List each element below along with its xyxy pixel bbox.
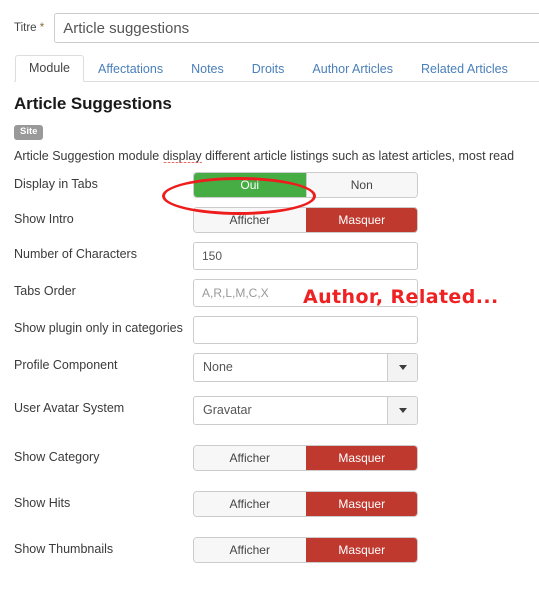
control-profile-component: None — [193, 352, 418, 382]
show-hits-toggle[interactable]: Afficher Masquer — [193, 490, 418, 517]
tab-module[interactable]: Module — [15, 54, 84, 82]
field-row-display-in-tabs: Display in Tabs Oui Non — [14, 171, 539, 198]
control-show-hits: Afficher Masquer — [193, 490, 418, 517]
show-thumbnails-toggle[interactable]: Afficher Masquer — [193, 536, 418, 563]
control-number-of-characters — [193, 241, 418, 270]
field-row-show-intro: Show Intro Afficher Masquer — [14, 206, 539, 233]
tab-author-articles[interactable]: Author Articles — [298, 56, 407, 83]
label-profile-component: Profile Component — [14, 357, 118, 372]
control-tabs-order — [193, 278, 418, 307]
tabs-order-input[interactable] — [193, 278, 418, 307]
field-row-show-category: Show Category Afficher Masquer — [14, 444, 539, 471]
chevron-down-icon[interactable] — [387, 353, 417, 381]
control-display-in-tabs: Oui Non — [193, 171, 418, 198]
show-intro-toggle[interactable]: Afficher Masquer — [193, 206, 418, 233]
control-show-intro: Afficher Masquer — [193, 206, 418, 233]
control-show-category: Afficher Masquer — [193, 444, 418, 471]
label-number-of-characters: Number of Characters — [14, 246, 137, 261]
field-row-profile-component: Profile Component None — [14, 352, 539, 382]
tab-notes[interactable]: Notes — [177, 56, 238, 83]
control-show-plugin-only-in-categories — [193, 315, 418, 344]
profile-component-value: None — [203, 360, 233, 374]
required-asterisk: * — [39, 22, 45, 34]
description-part-1: Article Suggestion module — [14, 148, 163, 163]
tab-related-articles[interactable]: Related Articles — [407, 56, 522, 83]
title-input[interactable] — [54, 13, 539, 43]
label-tabs-order: Tabs Order — [14, 283, 76, 298]
display-in-tabs-toggle[interactable]: Oui Non — [193, 171, 418, 198]
show-category-show-button[interactable]: Afficher — [194, 445, 306, 470]
title-field-row: Titre * — [0, 0, 539, 46]
module-settings-panel: Article Suggestions Site Article Suggest… — [0, 82, 539, 563]
label-show-thumbnails: Show Thumbnails — [14, 541, 114, 556]
show-plugin-only-in-categories-input[interactable] — [193, 315, 418, 344]
user-avatar-system-value: Gravatar — [203, 403, 252, 417]
label-display-in-tabs: Display in Tabs — [14, 176, 98, 191]
field-row-show-thumbnails: Show Thumbnails Afficher Masquer — [14, 536, 539, 563]
show-intro-show-button[interactable]: Afficher — [194, 207, 306, 232]
label-user-avatar-system: User Avatar System — [14, 400, 125, 415]
show-intro-hide-button[interactable]: Masquer — [305, 207, 417, 232]
tab-droits[interactable]: Droits — [238, 56, 299, 83]
chevron-down-icon[interactable] — [387, 396, 417, 424]
show-thumbnails-hide-button[interactable]: Masquer — [305, 537, 417, 562]
title-label-text: Titre — [14, 22, 37, 34]
control-show-thumbnails: Afficher Masquer — [193, 536, 418, 563]
field-row-show-hits: Show Hits Afficher Masquer — [14, 490, 539, 517]
show-hits-show-button[interactable]: Afficher — [194, 491, 306, 516]
field-row-number-of-characters: Number of Characters — [14, 241, 539, 270]
description-part-2: different article listings such as lates… — [201, 148, 515, 163]
user-avatar-system-select[interactable]: Gravatar — [193, 395, 418, 425]
tab-bar: Module Affectations Notes Droits Author … — [14, 52, 539, 82]
show-category-toggle[interactable]: Afficher Masquer — [193, 444, 418, 471]
show-thumbnails-show-button[interactable]: Afficher — [194, 537, 306, 562]
show-hits-hide-button[interactable]: Masquer — [305, 491, 417, 516]
label-show-category: Show Category — [14, 449, 100, 464]
title-field-label: Titre * — [14, 22, 44, 34]
page-title: Article Suggestions — [14, 94, 172, 113]
description-misspelled-word: display — [162, 148, 202, 163]
show-category-hide-button[interactable]: Masquer — [305, 445, 417, 470]
control-user-avatar-system: Gravatar — [193, 395, 418, 425]
display-in-tabs-no-button[interactable]: Non — [305, 172, 417, 197]
field-row-show-plugin-only-in-categories: Show plugin only in categories — [14, 315, 539, 344]
field-row-user-avatar-system: User Avatar System Gravatar — [14, 395, 539, 425]
number-of-characters-input[interactable] — [193, 241, 418, 270]
field-row-tabs-order: Tabs Order — [14, 278, 539, 307]
profile-component-select[interactable]: None — [193, 352, 418, 382]
tab-affectations[interactable]: Affectations — [84, 56, 177, 83]
module-description: Article Suggestion module display differ… — [14, 148, 539, 163]
label-show-hits: Show Hits — [14, 495, 71, 510]
label-show-plugin-only-in-categories: Show plugin only in categories — [14, 320, 183, 335]
display-in-tabs-yes-button[interactable]: Oui — [194, 172, 306, 197]
status-badge: Site — [14, 125, 44, 140]
label-show-intro: Show Intro — [14, 211, 74, 226]
